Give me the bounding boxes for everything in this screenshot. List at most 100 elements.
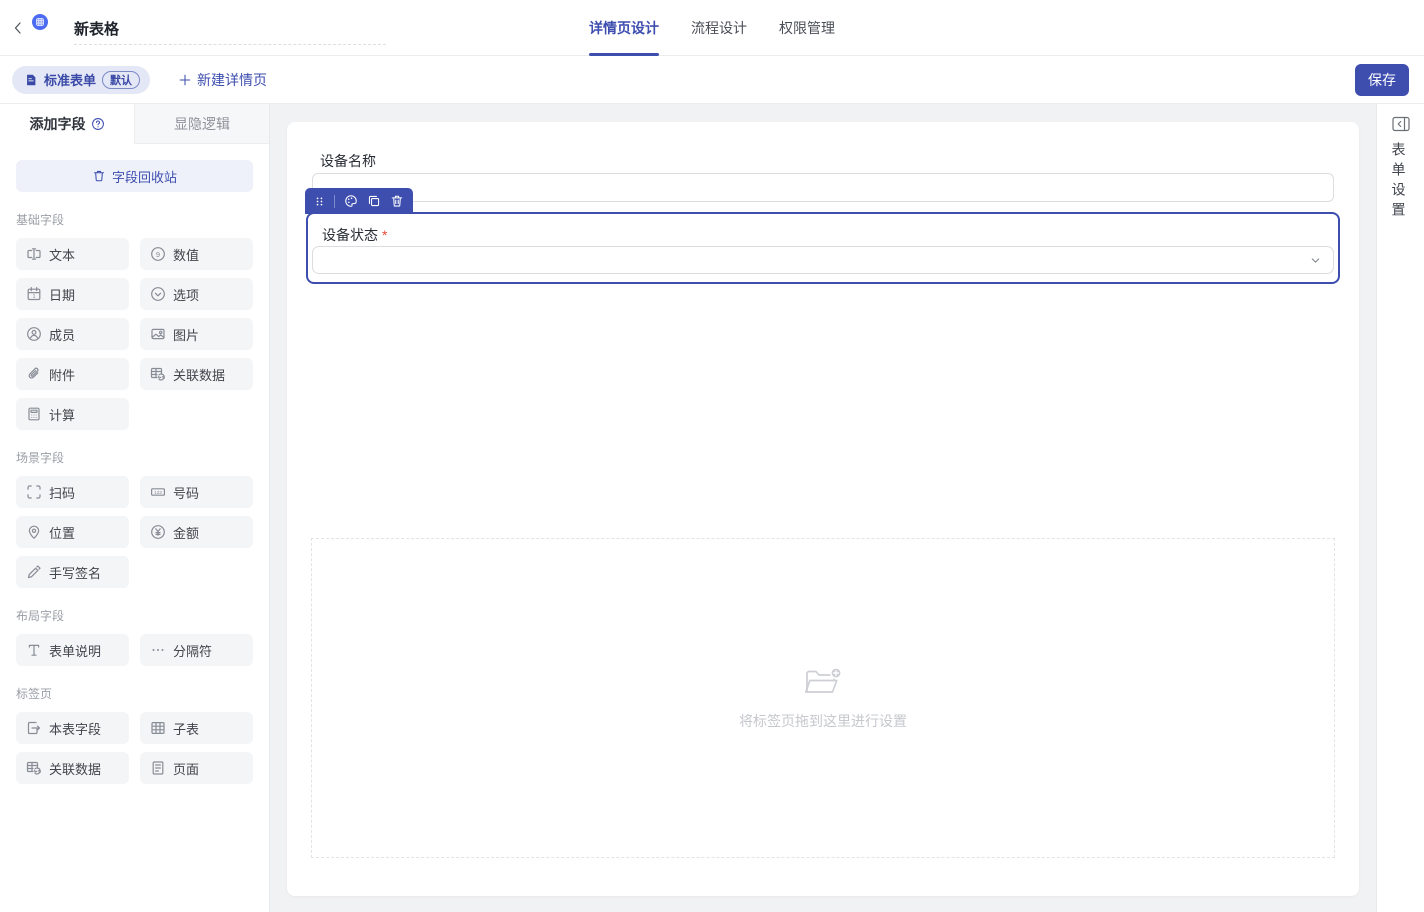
palette-icon[interactable]	[344, 194, 358, 208]
page-title[interactable]: 新表格	[74, 21, 119, 38]
field-item-linked-data[interactable]: 关联数据	[140, 358, 253, 390]
new-detail-page-button[interactable]: 新建详情页	[178, 70, 267, 90]
new-detail-page-label: 新建详情页	[197, 70, 267, 90]
drag-handle-icon[interactable]	[314, 195, 325, 208]
field-item-text[interactable]: 文本	[16, 238, 129, 270]
copy-glyph-icon	[367, 194, 381, 208]
form-settings-label[interactable]: 表单设置	[1393, 142, 1409, 222]
form-card: 设备名称 设备状态*	[287, 122, 1359, 896]
text-input-icon	[26, 246, 42, 262]
number-plate-icon: 123	[150, 484, 166, 500]
dropzone-hint-text: 将标签页拖到这里进行设置	[739, 711, 907, 731]
design-canvas: 设备名称 设备状态*	[270, 104, 1376, 912]
field-item-label: 计算	[49, 405, 75, 424]
field-item-this-table-fields[interactable]: 本表字段	[16, 712, 129, 744]
field-item-scan[interactable]: 扫码	[16, 476, 129, 508]
save-button[interactable]: 保存	[1355, 64, 1409, 96]
linked-table-icon	[26, 760, 42, 776]
question-circle-icon[interactable]	[91, 117, 105, 131]
back-button[interactable]	[8, 18, 28, 38]
tab-page-dropzone[interactable]: 将标签页拖到这里进行设置	[311, 538, 1335, 858]
field-item-label: 号码	[173, 483, 199, 502]
field-item-label: 成员	[49, 325, 75, 344]
selected-field-device-status[interactable]: 设备状态*	[306, 212, 1340, 284]
linked-table-icon	[150, 366, 166, 382]
top-tab-bar: 详情页设计 流程设计 权限管理	[0, 0, 1424, 56]
field-item-calculation[interactable]: 计算	[16, 398, 129, 430]
panel-collapse-icon[interactable]	[1392, 116, 1410, 132]
plus-icon	[178, 73, 192, 87]
palette-glyph-icon	[344, 194, 358, 208]
section-title-layout: 布局字段	[16, 607, 253, 624]
sidebar-tab-label: 添加字段	[30, 114, 86, 134]
sidebar-tab-add-field[interactable]: 添加字段	[0, 104, 134, 144]
field-item-label: 表单说明	[49, 641, 101, 660]
chevron-down-icon	[1309, 254, 1322, 267]
field-item-option[interactable]: 选项	[140, 278, 253, 310]
text-t-icon	[26, 642, 42, 658]
form-pill-label: 标准表单	[44, 70, 96, 89]
delete-icon[interactable]	[390, 194, 404, 208]
drag-dots-icon	[314, 195, 325, 208]
field-palette: 基础字段 文本 9数值 1日期 选项 成员 图片 附件 关联数据 计算 场景字段…	[0, 211, 269, 784]
field-item-signature[interactable]: 手写签名	[16, 556, 129, 588]
field-item-form-note[interactable]: 表单说明	[16, 634, 129, 666]
field-item-label: 扫码	[49, 483, 75, 502]
sheet-arrow-icon	[26, 720, 42, 736]
field-item-label: 本表字段	[49, 719, 101, 738]
field-item-label: 手写签名	[49, 563, 101, 582]
recycle-bin-label: 字段回收站	[112, 167, 177, 186]
top-bar: 新表格 详情页设计 流程设计 权限管理	[0, 0, 1424, 56]
form-settings-rail: 表单设置	[1376, 104, 1424, 912]
field-item-page[interactable]: 页面	[140, 752, 253, 784]
field-item-label: 子表	[173, 719, 199, 738]
signature-pen-icon	[26, 564, 42, 580]
field-item-date[interactable]: 1日期	[16, 278, 129, 310]
tab-label: 权限管理	[779, 18, 835, 38]
member-icon	[26, 326, 42, 342]
field-item-linked-data-tab[interactable]: 关联数据	[16, 752, 129, 784]
device-status-select[interactable]	[312, 246, 1334, 274]
tab-detail-page-design[interactable]: 详情页设计	[589, 0, 659, 56]
field-item-label: 位置	[49, 523, 75, 542]
duplicate-icon[interactable]	[367, 194, 381, 208]
sidebar-tab-label: 显隐逻辑	[174, 114, 230, 134]
field-item-label: 附件	[49, 365, 75, 384]
field-item-label: 日期	[49, 285, 75, 304]
field-item-label: 关联数据	[173, 365, 225, 384]
toolbar-divider	[334, 195, 335, 208]
field-item-attachment[interactable]: 附件	[16, 358, 129, 390]
money-circle-icon	[150, 524, 166, 540]
field-item-label: 分隔符	[173, 641, 212, 660]
field-item-label: 文本	[49, 245, 75, 264]
paperclip-icon	[26, 366, 42, 382]
field-item-subtable[interactable]: 子表	[140, 712, 253, 744]
tab-label: 流程设计	[691, 18, 747, 38]
sidebar-tab-bar: 添加字段 显隐逻辑	[0, 104, 269, 144]
field-item-label: 选项	[173, 285, 199, 304]
device-name-input[interactable]	[312, 173, 1334, 202]
tab-flow-design[interactable]: 流程设计	[691, 0, 747, 56]
field-item-label: 金额	[173, 523, 199, 542]
scan-icon	[26, 484, 42, 500]
image-icon	[150, 326, 166, 342]
subtable-grid-icon	[150, 720, 166, 736]
field-item-money[interactable]: 金额	[140, 516, 253, 548]
field-item-number[interactable]: 9数值	[140, 238, 253, 270]
field-item-location[interactable]: 位置	[16, 516, 129, 548]
svg-text:123: 123	[154, 490, 162, 495]
field-label-text: 设备状态	[322, 227, 378, 243]
calculator-icon	[26, 406, 42, 422]
folder-plus-icon	[803, 665, 843, 699]
form-doc-icon	[24, 73, 38, 87]
field-item-number-plate[interactable]: 123 号码	[140, 476, 253, 508]
field-item-divider[interactable]: 分隔符	[140, 634, 253, 666]
tab-permission-management[interactable]: 权限管理	[779, 0, 835, 56]
field-recycle-bin-button[interactable]: 字段回收站	[16, 160, 253, 192]
field-item-member[interactable]: 成员	[16, 318, 129, 350]
field-item-image[interactable]: 图片	[140, 318, 253, 350]
required-asterisk: *	[382, 227, 387, 243]
sidebar-tab-visibility-logic[interactable]: 显隐逻辑	[134, 104, 269, 144]
app-table-icon[interactable]	[32, 14, 60, 42]
standard-form-pill[interactable]: 标准表单 默认	[12, 66, 150, 94]
